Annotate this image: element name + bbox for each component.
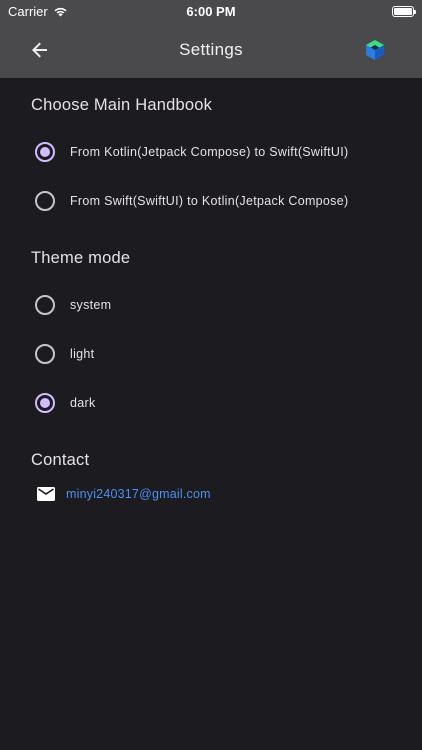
option-label: system (70, 298, 112, 312)
radio-button[interactable] (35, 191, 55, 211)
app-logo-icon[interactable] (364, 39, 386, 61)
contact-section-title: Contact (31, 451, 90, 469)
contact-email-row[interactable]: minyi240317@gmail.com (0, 480, 422, 508)
handbook-option-swift-to-kotlin[interactable]: From Swift(SwiftUI) to Kotlin(Jetpack Co… (0, 181, 422, 221)
theme-option-light[interactable]: light (0, 334, 422, 374)
handbook-section-title: Choose Main Handbook (31, 96, 213, 114)
radio-button[interactable] (35, 295, 55, 315)
battery-fill (394, 7, 412, 15)
theme-option-dark[interactable]: dark (0, 383, 422, 423)
email-link[interactable]: minyi240317@gmail.com (66, 487, 211, 501)
battery-icon (392, 5, 416, 17)
option-label: From Kotlin(Jetpack Compose) to Swift(Sw… (70, 145, 349, 159)
radio-button[interactable] (35, 344, 55, 364)
status-left: Carrier (8, 4, 68, 19)
option-label: From Swift(SwiftUI) to Kotlin(Jetpack Co… (70, 194, 349, 208)
carrier-label: Carrier (8, 3, 48, 19)
page-title: Settings (179, 40, 243, 59)
option-label: light (70, 347, 95, 361)
radio-button-selected[interactable] (35, 142, 55, 162)
theme-option-system[interactable]: system (0, 285, 422, 325)
app-bar: Settings (0, 22, 422, 78)
wifi-icon (54, 7, 67, 16)
handbook-option-kotlin-to-swift[interactable]: From Kotlin(Jetpack Compose) to Swift(Sw… (0, 132, 422, 172)
radio-button-selected[interactable] (35, 393, 55, 413)
theme-section-title: Theme mode (31, 249, 131, 267)
mail-icon (37, 487, 55, 501)
status-bar: Carrier 6:00 PM (0, 0, 422, 22)
option-label: dark (70, 396, 96, 410)
